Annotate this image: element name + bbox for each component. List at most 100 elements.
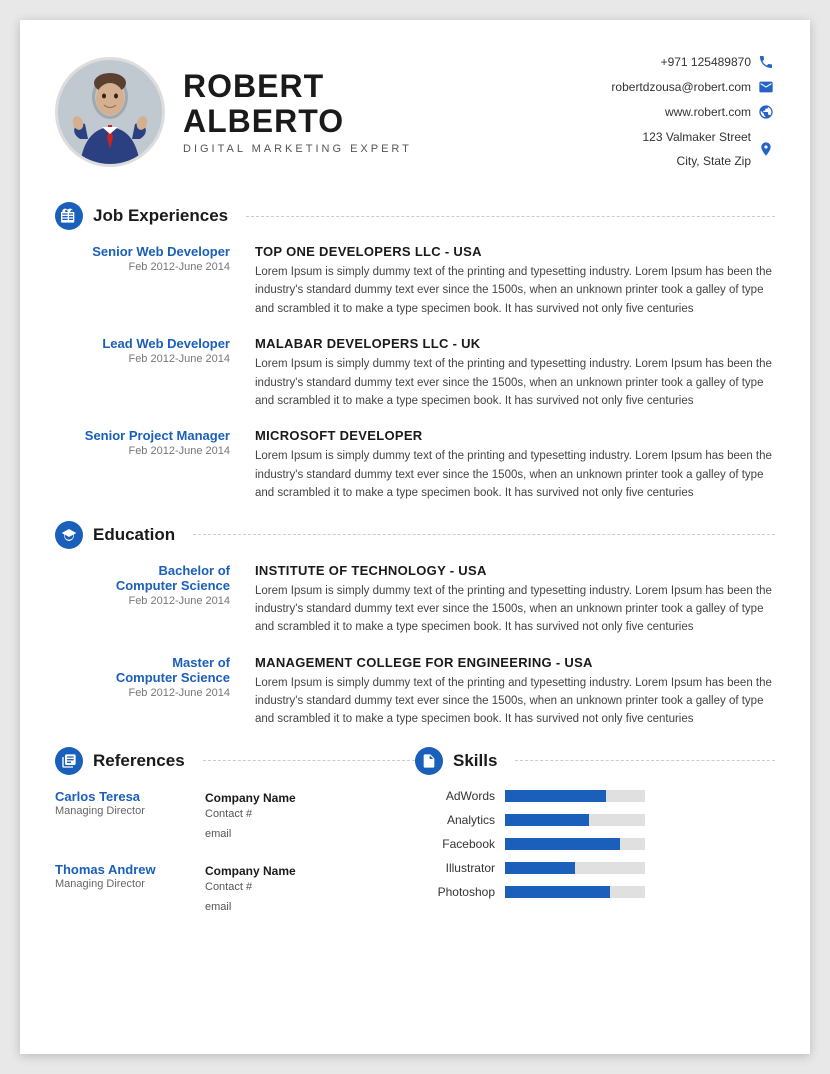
skills-section-header: Skills [415, 747, 775, 775]
skills-entries: AdWords Analytics Facebook Illustrator P… [415, 789, 775, 899]
job-experiences-section: Job Experiences Senior Web Developer Feb… [55, 202, 775, 503]
skill-bar-fill [505, 886, 610, 898]
entry-right: MANAGEMENT COLLEGE FOR ENGINEERING - USA… [255, 655, 775, 729]
entry-left: Senior Project Manager Feb 2012-June 201… [55, 428, 255, 502]
skill-label: Facebook [415, 837, 495, 851]
job-section-title: Job Experiences [93, 206, 228, 226]
skill-label: Illustrator [415, 861, 495, 875]
entry-right: TOP ONE DEVELOPERS LLC - USA Lorem Ipsum… [255, 244, 775, 318]
entry-company: MALABAR DEVELOPERS LLC - UK [255, 336, 775, 351]
address1-text: 123 Valmaker Street [643, 125, 752, 149]
ref-contact-block: Company Name Contact #email [205, 791, 296, 845]
entry-role: Senior Web Developer [55, 244, 230, 259]
email-icon [757, 78, 775, 96]
entry-role: Master ofComputer Science [55, 655, 230, 685]
skill-label: AdWords [415, 789, 495, 803]
phone-text: +971 125489870 [661, 50, 751, 74]
phone-row: +971 125489870 [611, 50, 775, 74]
ref-section-header: References [55, 747, 415, 775]
edu-icon [55, 521, 83, 549]
ref-section-line [203, 760, 415, 761]
name-block: ROBERT ALBERTO DIGITAL MARKETING EXPERT [183, 69, 412, 155]
ref-icon [55, 747, 83, 775]
job-section-header: Job Experiences [55, 202, 775, 230]
address2-text: City, State Zip [643, 149, 752, 173]
skill-bar-bg [505, 838, 645, 850]
globe-icon [757, 103, 775, 121]
entry-desc: Lorem Ipsum is simply dummy text of the … [255, 447, 775, 502]
skill-bar-fill [505, 862, 575, 874]
skill-bar-fill [505, 838, 620, 850]
ref-company: Company Name [205, 864, 296, 878]
skill-row: Illustrator [415, 861, 775, 875]
ref-title: Managing Director [55, 805, 175, 817]
entry-item: Senior Web Developer Feb 2012-June 2014 … [55, 244, 775, 318]
ref-name: Carlos Teresa [55, 789, 175, 804]
entry-left: Senior Web Developer Feb 2012-June 2014 [55, 244, 255, 318]
entry-item: Bachelor ofComputer Science Feb 2012-Jun… [55, 563, 775, 637]
ref-section-title: References [93, 751, 185, 771]
website-row: www.robert.com [611, 100, 775, 124]
skill-bar-bg [505, 814, 645, 826]
ref-contact: Contact #email [205, 805, 296, 845]
ref-contact: Contact #email [205, 878, 296, 918]
entry-item: Lead Web Developer Feb 2012-June 2014 MA… [55, 336, 775, 410]
header: ROBERT ALBERTO DIGITAL MARKETING EXPERT … [55, 50, 775, 174]
skill-bar-bg [505, 862, 645, 874]
entry-right: MALABAR DEVELOPERS LLC - UK Lorem Ipsum … [255, 336, 775, 410]
entry-item: Master ofComputer Science Feb 2012-June … [55, 655, 775, 729]
skill-row: AdWords [415, 789, 775, 803]
ref-entries: Carlos Teresa Managing Director Company … [55, 789, 415, 918]
subtitle: DIGITAL MARKETING EXPERT [183, 143, 412, 155]
job-section-line [246, 216, 775, 217]
edu-section-header: Education [55, 521, 775, 549]
entry-desc: Lorem Ipsum is simply dummy text of the … [255, 263, 775, 318]
header-right: +971 125489870 robertdzousa@robert.com w… [611, 50, 775, 174]
entry-company: INSTITUTE OF TECHNOLOGY - USA [255, 563, 775, 578]
ref-entry: Thomas Andrew Managing Director [55, 862, 175, 896]
website-text: www.robert.com [665, 100, 751, 124]
ref-title: Managing Director [55, 878, 175, 890]
entry-company: TOP ONE DEVELOPERS LLC - USA [255, 244, 775, 259]
education-section: Education Bachelor ofComputer Science Fe… [55, 521, 775, 729]
address-row: 123 Valmaker Street City, State Zip [611, 125, 775, 173]
email-text: robertdzousa@robert.com [611, 75, 751, 99]
entry-right: MICROSOFT DEVELOPER Lorem Ipsum is simpl… [255, 428, 775, 502]
entry-company: MANAGEMENT COLLEGE FOR ENGINEERING - USA [255, 655, 775, 670]
entry-role: Lead Web Developer [55, 336, 230, 351]
edu-section-title: Education [93, 525, 175, 545]
skill-row: Analytics [415, 813, 775, 827]
edu-section-line [193, 534, 775, 535]
skills-section-line [515, 760, 775, 761]
skills-section: Skills AdWords Analytics Facebook Illust… [415, 747, 775, 936]
entry-left: Lead Web Developer Feb 2012-June 2014 [55, 336, 255, 410]
entry-item: Senior Project Manager Feb 2012-June 201… [55, 428, 775, 502]
entry-date: Feb 2012-June 2014 [55, 261, 230, 273]
references-section: References Carlos Teresa Managing Direct… [55, 747, 415, 936]
ref-name: Thomas Andrew [55, 862, 175, 877]
skill-bar-bg [505, 790, 645, 802]
name-line1: ROBERT [183, 69, 412, 104]
phone-icon [757, 53, 775, 71]
ref-entry-row: Thomas Andrew Managing Director Company … [55, 862, 415, 918]
skill-bar-fill [505, 814, 589, 826]
email-row: robertdzousa@robert.com [611, 75, 775, 99]
name-line2: ALBERTO [183, 104, 412, 139]
entry-left: Master ofComputer Science Feb 2012-June … [55, 655, 255, 729]
entry-role: Bachelor ofComputer Science [55, 563, 230, 593]
ref-entry: Carlos Teresa Managing Director [55, 789, 175, 823]
entry-desc: Lorem Ipsum is simply dummy text of the … [255, 674, 775, 729]
entry-date: Feb 2012-June 2014 [55, 353, 230, 365]
job-entries: Senior Web Developer Feb 2012-June 2014 … [55, 244, 775, 503]
avatar [55, 57, 165, 167]
skills-section-title: Skills [453, 751, 497, 771]
entry-desc: Lorem Ipsum is simply dummy text of the … [255, 582, 775, 637]
skill-row: Photoshop [415, 885, 775, 899]
skill-bar-bg [505, 886, 645, 898]
entry-date: Feb 2012-June 2014 [55, 687, 230, 699]
ref-company: Company Name [205, 791, 296, 805]
entry-company: MICROSOFT DEVELOPER [255, 428, 775, 443]
entry-desc: Lorem Ipsum is simply dummy text of the … [255, 355, 775, 410]
job-icon [55, 202, 83, 230]
edu-entries: Bachelor ofComputer Science Feb 2012-Jun… [55, 563, 775, 729]
